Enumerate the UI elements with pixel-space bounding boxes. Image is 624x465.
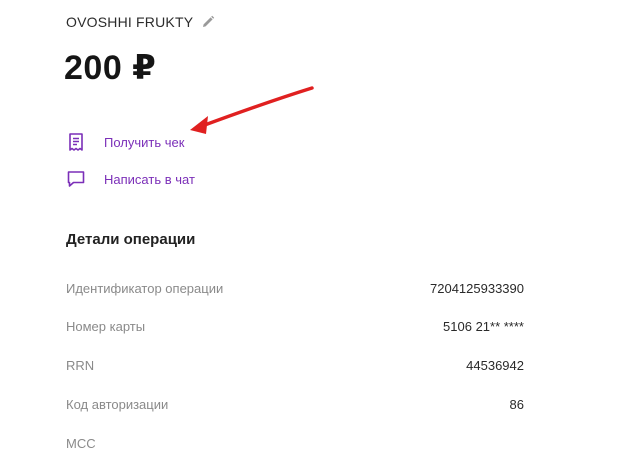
write-to-chat-button[interactable]: Написать в чат <box>66 169 195 189</box>
merchant-name: OVOSHHI FRUKTY <box>66 14 194 30</box>
amount: 200 ₽ <box>64 49 157 87</box>
receipt-icon <box>66 132 86 152</box>
annotation-arrow-icon <box>190 86 314 134</box>
write-to-chat-label: Написать в чат <box>104 171 195 187</box>
card-number-label: Номер карты <box>66 318 146 334</box>
details-row: Идентификатор операции 7204125933390 <box>66 278 524 298</box>
details-row: Номер карты 5106 21** **** <box>66 316 524 336</box>
merchant-header: OVOSHHI FRUKTY <box>66 14 215 30</box>
details-row: Код авторизации 86 <box>66 394 524 414</box>
details-row: RRN 44536942 <box>66 355 524 375</box>
pencil-icon[interactable] <box>201 15 215 29</box>
mcc-label: MCC <box>66 435 96 451</box>
rrn-label: RRN <box>66 357 95 373</box>
get-receipt-button[interactable]: Получить чек <box>66 132 184 152</box>
card-number-value: 5106 21** **** <box>443 318 524 334</box>
get-receipt-label: Получить чек <box>104 134 185 150</box>
auth-code-value: 86 <box>509 396 524 412</box>
operation-id-label: Идентификатор операции <box>66 280 224 296</box>
details-row: MCC <box>66 433 524 453</box>
auth-code-label: Код авторизации <box>66 396 169 412</box>
details-title: Детали операции <box>66 231 196 248</box>
operation-id-value: 7204125933390 <box>430 280 524 296</box>
chat-icon <box>66 169 86 189</box>
rrn-value: 44536942 <box>466 357 524 373</box>
